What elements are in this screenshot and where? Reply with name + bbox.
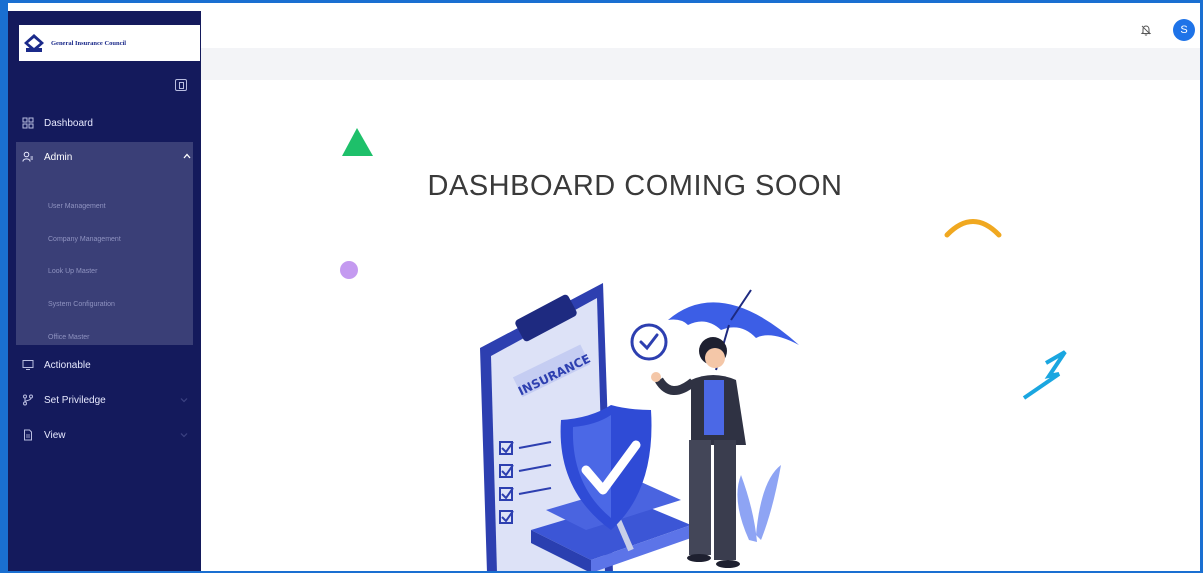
- sidebar-subitem-system-configuration[interactable]: System Configuration: [48, 301, 115, 308]
- collapse-sidebar-button[interactable]: [175, 79, 187, 91]
- admin-group: Admin User Management Company Management…: [16, 142, 193, 345]
- plant-graphic: [737, 465, 781, 542]
- sidebar-item-set-priviledge[interactable]: Set Priviledge: [8, 386, 201, 414]
- umbrella-graphic: [668, 289, 799, 371]
- sidebar-subitem-user-management[interactable]: User Management: [48, 203, 106, 210]
- sidebar-item-label: Actionable: [44, 359, 91, 371]
- avatar[interactable]: S: [1173, 19, 1195, 41]
- dot-decoration: [340, 261, 358, 279]
- user-admin-icon: [22, 151, 33, 162]
- arc-decoration: [944, 219, 1002, 238]
- chevron-down-icon[interactable]: [180, 396, 188, 404]
- sidebar-item-label: Dashboard: [44, 117, 93, 129]
- bell-icon[interactable]: [1140, 24, 1152, 36]
- zigzag-decoration: [1022, 350, 1067, 400]
- logo[interactable]: General Insurance Council: [19, 25, 200, 61]
- sidebar-item-label: View: [44, 429, 66, 441]
- sidebar-subitem-company-management[interactable]: Company Management: [48, 236, 121, 243]
- sidebar-subitem-office-master[interactable]: Office Master: [48, 334, 90, 341]
- chevron-up-icon[interactable]: [183, 152, 191, 160]
- branch-icon: [23, 394, 33, 406]
- triangle-decoration: [342, 128, 373, 156]
- sidebar-subitem-look-up-master[interactable]: Look Up Master: [48, 268, 97, 275]
- sidebar-item-dashboard[interactable]: Dashboard: [8, 109, 201, 137]
- sidebar-item-view[interactable]: View: [8, 421, 201, 449]
- sidebar: General Insurance Council Dashboard Admi…: [8, 11, 201, 573]
- grid-icon: [22, 117, 34, 129]
- sidebar-item-actionable[interactable]: Actionable: [8, 351, 201, 379]
- checkmark-bubble-graphic: [630, 323, 668, 361]
- logo-emblem-icon: [24, 34, 44, 52]
- sidebar-item-label: Admin: [44, 152, 73, 163]
- logo-text: General Insurance Council: [51, 39, 127, 47]
- top-bar: [201, 11, 1200, 49]
- chevron-down-icon[interactable]: [180, 431, 188, 439]
- monitor-icon: [22, 360, 34, 370]
- insurance-illustration: INSURANCE: [340, 128, 1067, 573]
- breadcrumb-bar: [201, 48, 1200, 80]
- document-icon: [24, 429, 32, 441]
- sidebar-item-admin[interactable]: Admin: [16, 142, 193, 172]
- sidebar-item-label: Set Priviledge: [44, 394, 106, 406]
